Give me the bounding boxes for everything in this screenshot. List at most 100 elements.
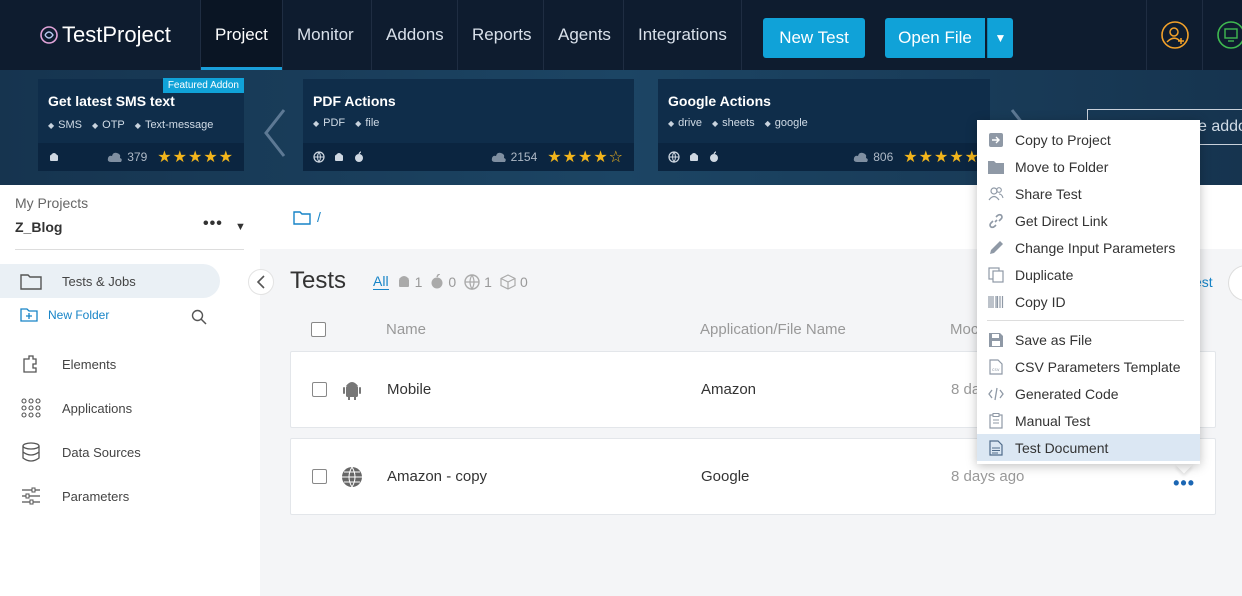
addon-tag[interactable]: PDF: [313, 117, 345, 129]
addon-tag[interactable]: Text-message: [135, 119, 213, 131]
featured-addon-badge: Featured Addon: [162, 78, 244, 93]
column-header-application[interactable]: Application/File Name: [700, 321, 846, 338]
addon-title: Google Actions: [668, 93, 771, 109]
sidebar-item-tests-jobs[interactable]: Tests & Jobs: [0, 264, 220, 298]
sidebar: My Projects Z_Blog ••• ▼ Tests & Jobs Ne…: [0, 185, 274, 596]
applications-grid-icon: [20, 397, 42, 419]
addon-tag[interactable]: sheets: [712, 117, 754, 129]
globe-icon: [668, 151, 680, 163]
column-header-name[interactable]: Name: [386, 321, 426, 338]
menu-item-get-direct-link[interactable]: Get Direct Link: [977, 207, 1200, 234]
application-name: Amazon: [701, 381, 757, 398]
document-icon: [988, 439, 1004, 456]
addon-tag[interactable]: drive: [668, 117, 702, 129]
project-dropdown-caret[interactable]: ▼: [235, 221, 246, 233]
platform-filters: All 1 0 1 0: [373, 273, 528, 290]
menu-item-move-to-folder[interactable]: Move to Folder: [977, 153, 1200, 180]
folder-icon[interactable]: [293, 210, 311, 225]
filter-all[interactable]: All: [373, 273, 389, 290]
row-checkbox[interactable]: [312, 469, 327, 484]
filter-ios[interactable]: 0: [430, 273, 456, 290]
project-selector[interactable]: Z_Blog: [15, 219, 62, 235]
search-tests-button[interactable]: [191, 309, 207, 330]
test-name[interactable]: Mobile: [387, 381, 431, 398]
android-icon: [690, 153, 698, 161]
logo[interactable]: TestProject: [40, 22, 171, 48]
filter-generic[interactable]: 0: [500, 274, 528, 290]
new-folder-button[interactable]: New Folder: [20, 307, 109, 322]
menu-item-label: Move to Folder: [1015, 158, 1109, 175]
cloud-download-icon: [491, 152, 506, 162]
addon-tags: PDF file: [313, 117, 379, 129]
row-checkbox[interactable]: [312, 382, 327, 397]
collapse-sidebar-button[interactable]: [248, 269, 274, 295]
menu-item-copy-id[interactable]: Copy ID: [977, 288, 1200, 315]
svg-text:csv: csv: [992, 368, 1000, 373]
addon-tag[interactable]: OTP: [92, 119, 125, 131]
sliders-icon: [20, 485, 42, 507]
add-user-button[interactable]: [1146, 0, 1202, 70]
menu-item-share-test[interactable]: Share Test: [977, 180, 1200, 207]
new-folder-label: New Folder: [48, 307, 110, 322]
addon-tags: drive sheets google: [668, 117, 808, 129]
side-panel-toggle[interactable]: [1228, 265, 1242, 301]
nav-integrations[interactable]: Integrations: [623, 0, 742, 70]
filter-android[interactable]: 1: [397, 274, 422, 290]
menu-item-save-as-file[interactable]: Save as File: [977, 326, 1200, 353]
menu-item-label: Change Input Parameters: [1015, 239, 1176, 256]
clipboard-icon: [988, 412, 1004, 429]
select-all-checkbox[interactable]: [311, 322, 326, 337]
menu-item-label: Copy ID: [1015, 293, 1066, 310]
menu-item-label: Manual Test: [1015, 412, 1091, 429]
save-icon: [988, 332, 1004, 348]
addon-tag[interactable]: SMS: [48, 119, 82, 131]
column-header-modified[interactable]: Moc: [950, 321, 978, 338]
generic-count: 0: [519, 273, 528, 290]
cloud-download-icon: [854, 152, 869, 162]
sidebar-item-applications[interactable]: Applications: [0, 391, 220, 425]
addon-card-google[interactable]: Google Actions drive sheets google 806 ★…: [658, 79, 990, 171]
nav-reports[interactable]: Reports: [457, 0, 546, 70]
row-more-button[interactable]: •••: [1173, 473, 1195, 494]
carousel-prev-arrow[interactable]: [262, 108, 288, 165]
download-count: 379: [127, 150, 148, 164]
menu-item-csv-parameters-template[interactable]: csv CSV Parameters Template: [977, 353, 1200, 380]
nav-project[interactable]: Project: [200, 0, 282, 70]
csv-file-icon: csv: [988, 358, 1004, 375]
menu-item-generated-code[interactable]: Generated Code: [977, 380, 1200, 407]
menu-divider: [987, 320, 1184, 321]
new-test-button[interactable]: New Test: [763, 18, 865, 58]
open-file-dropdown-button[interactable]: ▼: [987, 18, 1013, 58]
addon-tag[interactable]: google: [765, 117, 808, 129]
filter-web[interactable]: 1: [464, 274, 492, 290]
duplicate-icon: [988, 266, 1004, 283]
sidebar-item-parameters[interactable]: Parameters: [0, 479, 220, 513]
menu-item-change-input-parameters[interactable]: Change Input Parameters: [977, 234, 1200, 261]
nav-monitor[interactable]: Monitor: [282, 0, 368, 70]
sidebar-item-label: Elements: [62, 356, 117, 372]
sidebar-item-elements[interactable]: Elements: [0, 347, 220, 381]
menu-item-manual-test[interactable]: Manual Test: [977, 407, 1200, 434]
download-count: 806: [873, 150, 894, 164]
menu-item-label: Generated Code: [1015, 385, 1119, 402]
menu-item-label: Copy to Project: [1015, 131, 1111, 148]
page-title: Tests: [290, 267, 347, 294]
nav-agents[interactable]: Agents: [543, 0, 625, 70]
addon-title: PDF Actions: [313, 93, 396, 109]
sidebar-item-data-sources[interactable]: Data Sources: [0, 435, 220, 469]
project-more-button[interactable]: •••: [203, 215, 223, 233]
addon-card-sms[interactable]: Featured Addon Get latest SMS text SMS O…: [38, 78, 244, 171]
addon-card-pdf[interactable]: PDF Actions PDF file 2154 ★★★★☆: [303, 79, 634, 171]
agent-status-button[interactable]: [1202, 0, 1242, 70]
nav-addons[interactable]: Addons: [371, 0, 458, 70]
open-file-button[interactable]: Open File: [885, 18, 985, 58]
addon-tag[interactable]: file: [355, 117, 379, 129]
sidebar-item-label: Tests & Jobs: [62, 273, 136, 289]
breadcrumb-separator: /: [317, 209, 321, 225]
menu-item-test-document[interactable]: Test Document: [977, 434, 1200, 461]
menu-item-copy-to-project[interactable]: Copy to Project: [977, 126, 1200, 153]
menu-item-label: Share Test: [1015, 185, 1082, 202]
my-projects-label: My Projects: [15, 195, 89, 211]
test-name[interactable]: Amazon - copy: [387, 468, 487, 485]
menu-item-duplicate[interactable]: Duplicate: [977, 261, 1200, 288]
